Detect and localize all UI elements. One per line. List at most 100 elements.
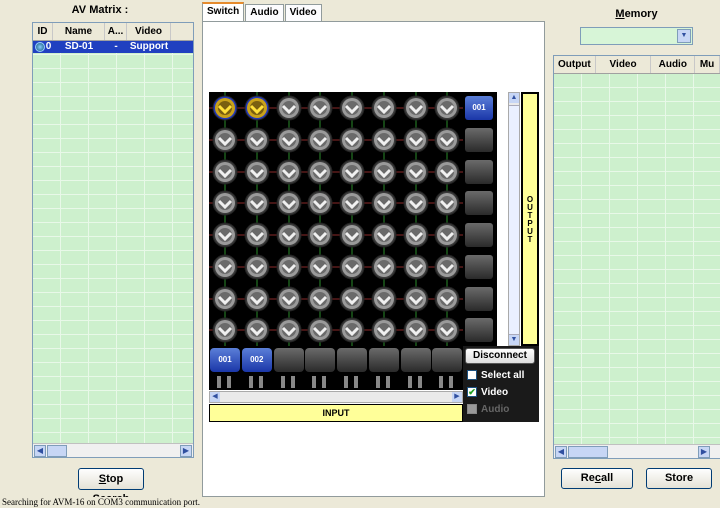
crosspoint-button[interactable] <box>272 250 305 283</box>
input-button[interactable] <box>400 348 431 372</box>
memory-select[interactable]: ▼ <box>580 27 693 45</box>
crosspoint-button[interactable] <box>240 282 273 315</box>
column-header-output[interactable]: Output <box>554 56 596 73</box>
crosspoint-button[interactable] <box>272 314 305 347</box>
scroll-up-icon[interactable]: ▲ <box>509 93 519 103</box>
crosspoint-button[interactable] <box>304 250 337 283</box>
crosspoint-button[interactable] <box>431 250 464 283</box>
crosspoint-button[interactable] <box>240 92 273 124</box>
crosspoint-button[interactable] <box>240 155 273 188</box>
crosspoint-button[interactable] <box>367 155 400 188</box>
crosspoint-button[interactable] <box>304 314 337 347</box>
scroll-left-icon[interactable]: ◀ <box>555 446 567 458</box>
crosspoint-button[interactable] <box>240 123 273 156</box>
crosspoint-button[interactable] <box>209 92 241 124</box>
crosspoint-button[interactable] <box>431 155 464 188</box>
crosspoint-button[interactable] <box>336 250 368 283</box>
crosspoint-button[interactable] <box>431 282 464 315</box>
tab-audio[interactable]: Audio <box>245 4 284 21</box>
crosspoint-button[interactable] <box>336 123 368 156</box>
input-button[interactable]: 001 <box>210 348 240 372</box>
crosspoint-button[interactable] <box>367 250 400 283</box>
crosspoint-button[interactable] <box>304 219 337 251</box>
scroll-left-icon[interactable]: ◀ <box>210 392 220 402</box>
crosspoint-button[interactable] <box>431 219 464 251</box>
scroll-thumb[interactable] <box>568 446 608 458</box>
crosspoint-button[interactable] <box>272 155 305 188</box>
output-button[interactable] <box>465 127 493 152</box>
crosspoint-button[interactable] <box>304 282 337 315</box>
crosspoint-button[interactable] <box>272 123 305 156</box>
crosspoint-button[interactable] <box>431 123 464 156</box>
crosspoint-button[interactable] <box>367 219 400 251</box>
column-header-video[interactable]: Video <box>127 23 171 40</box>
crosspoint-button[interactable] <box>272 219 305 251</box>
input-button[interactable] <box>368 348 399 372</box>
recall-button[interactable]: Recall <box>561 468 633 489</box>
tab-switch[interactable]: Switch <box>202 2 245 21</box>
crosspoint-button[interactable] <box>304 123 337 156</box>
crosspoint-button[interactable] <box>209 314 241 347</box>
scroll-down-icon[interactable]: ▼ <box>509 335 519 345</box>
select-all-checkbox[interactable]: Select all <box>467 368 524 382</box>
disconnect-button[interactable]: Disconnect <box>465 348 535 364</box>
crosspoint-button[interactable] <box>399 155 432 188</box>
crosspoint-button[interactable] <box>399 219 432 251</box>
crosspoint-button[interactable] <box>367 187 400 220</box>
crosspoint-button[interactable] <box>367 123 400 156</box>
crosspoint-button[interactable] <box>209 123 241 156</box>
crosspoint-button[interactable] <box>399 187 432 220</box>
crosspoint-button[interactable] <box>431 314 464 347</box>
crosspoint-button[interactable] <box>367 282 400 315</box>
column-header-name[interactable]: Name <box>53 23 105 40</box>
crosspoint-button[interactable] <box>399 250 432 283</box>
checkbox-box[interactable] <box>467 370 477 380</box>
crosspoint-button[interactable] <box>399 314 432 347</box>
scroll-right-icon[interactable]: ▶ <box>180 445 192 457</box>
check-icon[interactable]: ✔ <box>467 387 477 397</box>
av-matrix-table[interactable]: ID Name A... Video 0 SD-01 - Support ◀ ▶ <box>32 22 194 458</box>
crosspoint-button[interactable] <box>240 314 273 347</box>
output-button[interactable]: 001 <box>465 96 493 120</box>
output-vertical-scrollbar[interactable]: ▲ ▼ <box>508 92 520 346</box>
output-button[interactable] <box>465 191 493 216</box>
output-button[interactable] <box>465 159 493 184</box>
column-header-mute[interactable]: Mu <box>695 56 720 73</box>
stop-search-button[interactable]: Stop Search <box>78 468 144 505</box>
input-button[interactable]: 002 <box>241 348 272 372</box>
chevron-down-icon[interactable]: ▼ <box>677 29 691 43</box>
output-button[interactable] <box>465 286 493 311</box>
crosspoint-button[interactable] <box>209 219 241 251</box>
crosspoint-button[interactable] <box>304 187 337 220</box>
column-header-audio[interactable]: A... <box>105 23 127 40</box>
output-button[interactable] <box>465 254 493 279</box>
input-button[interactable] <box>337 348 367 372</box>
input-button[interactable] <box>432 348 463 372</box>
scroll-left-icon[interactable]: ◀ <box>34 445 46 457</box>
scroll-thumb[interactable] <box>509 105 519 335</box>
crosspoint-button[interactable] <box>431 92 464 124</box>
crosspoint-button[interactable] <box>240 250 273 283</box>
crosspoint-button[interactable] <box>272 282 305 315</box>
crosspoint-button[interactable] <box>399 92 432 124</box>
horizontal-scrollbar[interactable]: ◀ ▶ <box>33 443 193 457</box>
crosspoint-button[interactable] <box>399 282 432 315</box>
input-button[interactable] <box>273 348 304 372</box>
crosspoint-button[interactable] <box>272 92 305 124</box>
crosspoint-button[interactable] <box>209 187 241 220</box>
column-header-id[interactable]: ID <box>33 23 53 40</box>
column-header-audio[interactable]: Audio <box>651 56 696 73</box>
crosspoint-button[interactable] <box>240 187 273 220</box>
scroll-right-icon[interactable]: ▶ <box>452 392 462 402</box>
crosspoint-button[interactable] <box>336 282 368 315</box>
crosspoint-button[interactable] <box>367 92 400 124</box>
crosspoint-button[interactable] <box>240 219 273 251</box>
crosspoint-button[interactable] <box>209 250 241 283</box>
scroll-right-icon[interactable]: ▶ <box>698 446 710 458</box>
table-row[interactable]: 0 SD-01 - Support <box>33 41 193 53</box>
crosspoint-button[interactable] <box>304 92 337 124</box>
crosspoint-button[interactable] <box>272 187 305 220</box>
crosspoint-button[interactable] <box>209 155 241 188</box>
crosspoint-button[interactable] <box>336 155 368 188</box>
crosspoint-button[interactable] <box>304 155 337 188</box>
